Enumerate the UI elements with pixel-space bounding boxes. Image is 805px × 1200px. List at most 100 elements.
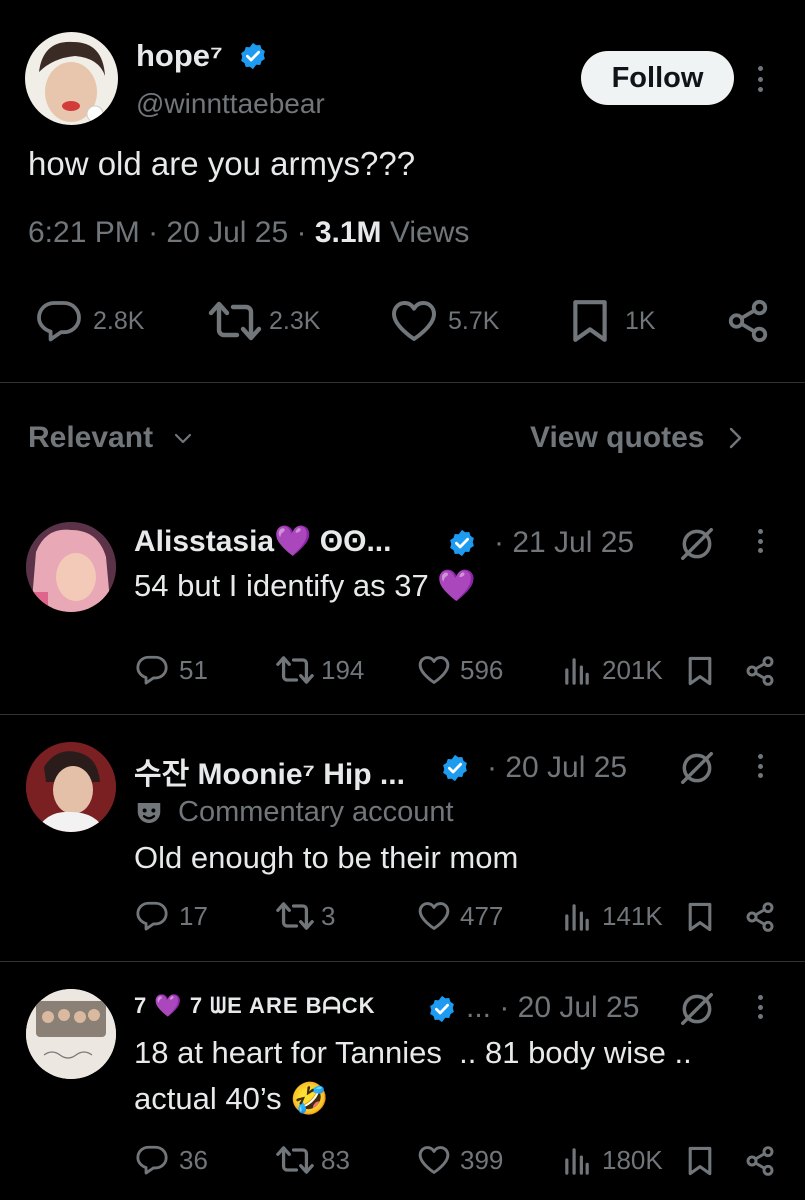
- reply-button[interactable]: 51: [135, 654, 208, 686]
- reply-button[interactable]: 2.8K: [35, 299, 144, 343]
- heart-icon: [416, 1144, 452, 1176]
- verified-badge-icon: [238, 41, 268, 71]
- more-options-icon[interactable]: [758, 754, 764, 778]
- reply-icon: [135, 654, 169, 686]
- views-button[interactable]: 180K: [562, 1144, 663, 1176]
- bookmark-count: 1K: [625, 306, 656, 335]
- reply-button[interactable]: 17: [135, 900, 208, 932]
- repost-count: 3: [321, 900, 336, 931]
- like-button[interactable]: 477: [416, 900, 503, 932]
- more-options-icon[interactable]: [758, 66, 764, 92]
- views-count: 201K: [602, 654, 663, 685]
- reply-date[interactable]: · 20 Jul 25: [487, 751, 627, 785]
- analytics-icon: [562, 900, 592, 932]
- repost-button[interactable]: 2.3K: [207, 299, 320, 343]
- views-count: 141K: [602, 900, 663, 931]
- commentary-label: Commentary account: [134, 796, 454, 829]
- share-button[interactable]: [725, 298, 771, 344]
- analytics-icon: [562, 654, 592, 686]
- reply-date[interactable]: · 21 Jul 25: [494, 526, 634, 560]
- verified-badge-icon: [447, 528, 477, 558]
- author-handle[interactable]: @winnttaebear: [136, 88, 325, 120]
- views-label: Views: [389, 216, 470, 249]
- sort-dropdown[interactable]: Relevant: [28, 421, 195, 455]
- views-count: 180K: [602, 1144, 663, 1175]
- reply-count: 17: [179, 900, 208, 931]
- bookmark-button[interactable]: 1K: [569, 298, 656, 344]
- like-count: 477: [460, 900, 504, 931]
- views-button[interactable]: 141K: [562, 900, 663, 932]
- reply-count: 2.8K: [93, 306, 145, 335]
- like-count: 596: [460, 654, 504, 685]
- divider: [0, 714, 805, 715]
- post-text: how old are you armys???: [28, 145, 416, 182]
- view-quotes-link[interactable]: View quotes: [530, 421, 747, 455]
- grok-icon[interactable]: [678, 749, 716, 787]
- reply-count: 51: [179, 654, 208, 685]
- reply-avatar[interactable]: [26, 742, 116, 832]
- repost-button[interactable]: 83: [275, 1144, 350, 1176]
- reply-author-name[interactable]: 수잔 Moonie⁷ Hip ...: [134, 749, 405, 793]
- chevron-right-icon: [723, 424, 747, 452]
- like-count: 5.7K: [448, 306, 500, 335]
- like-count: 399: [460, 1144, 504, 1175]
- reply-author-name[interactable]: Alisstasia💜 ʘʘ...: [134, 524, 391, 559]
- commentary-text: Commentary account: [178, 796, 454, 828]
- repost-count: 2.3K: [269, 306, 321, 335]
- repost-button[interactable]: 3: [275, 900, 335, 932]
- bookmark-icon[interactable]: [686, 1145, 714, 1177]
- repost-count: 83: [321, 1144, 350, 1175]
- reply-avatar[interactable]: [26, 989, 116, 1079]
- post-meta: 6:21 PM · 20 Jul 25 · 3.1M Views: [28, 216, 470, 249]
- repost-icon: [207, 299, 263, 343]
- reply-text-line-1: 18 at heart for Tannies .. 81 body wise …: [134, 1035, 692, 1070]
- heart-icon: [416, 654, 452, 686]
- analytics-icon: [562, 1144, 592, 1176]
- post-time[interactable]: 6:21 PM: [28, 216, 140, 249]
- post-date[interactable]: 20 Jul 25: [166, 216, 288, 249]
- grok-icon[interactable]: [678, 525, 716, 563]
- verified-badge-icon: [440, 753, 470, 783]
- share-icon[interactable]: [744, 901, 776, 933]
- reply-author-name[interactable]: 7 💜 7 ᗯE ARE BᗩCK: [134, 993, 376, 1019]
- views-count: 3.1M: [314, 216, 382, 249]
- masks-icon: [134, 798, 164, 828]
- reply-count: 36: [179, 1144, 208, 1175]
- repost-icon: [275, 654, 315, 686]
- bookmark-icon: [569, 298, 611, 344]
- views-button[interactable]: 201K: [562, 654, 663, 686]
- share-icon[interactable]: [744, 655, 776, 687]
- chevron-down-icon: [171, 426, 195, 450]
- reply-date[interactable]: ... · 20 Jul 25: [466, 991, 639, 1025]
- author-avatar[interactable]: [25, 32, 118, 125]
- like-button[interactable]: 596: [416, 654, 503, 686]
- reply-avatar[interactable]: [26, 522, 116, 612]
- reply-text: Old enough to be their mom: [134, 840, 519, 875]
- reply-text-line-2: actual 40’s 🤣: [134, 1081, 329, 1116]
- reply-text: 54 but I identify as 37 💜: [134, 568, 476, 603]
- more-options-icon[interactable]: [758, 995, 764, 1019]
- repost-count: 194: [321, 654, 365, 685]
- author-name[interactable]: hope⁷: [136, 38, 223, 74]
- repost-button[interactable]: 194: [275, 654, 364, 686]
- repost-icon: [275, 1144, 315, 1176]
- divider: [0, 382, 805, 383]
- grok-icon[interactable]: [678, 990, 716, 1028]
- verified-badge-icon: [427, 994, 457, 1024]
- follow-button[interactable]: Follow: [581, 51, 734, 105]
- share-icon: [725, 298, 771, 344]
- like-button[interactable]: 399: [416, 1144, 503, 1176]
- share-icon[interactable]: [744, 1145, 776, 1177]
- bookmark-icon[interactable]: [686, 901, 714, 933]
- reply-icon: [135, 900, 169, 932]
- heart-icon: [416, 900, 452, 932]
- more-options-icon[interactable]: [758, 529, 764, 553]
- reply-button[interactable]: 36: [135, 1144, 208, 1176]
- reply-icon: [35, 299, 83, 343]
- reply-icon: [135, 1144, 169, 1176]
- heart-icon: [388, 299, 440, 343]
- divider: [0, 961, 805, 962]
- like-button[interactable]: 5.7K: [388, 299, 499, 343]
- bookmark-icon[interactable]: [686, 655, 714, 687]
- repost-icon: [275, 900, 315, 932]
